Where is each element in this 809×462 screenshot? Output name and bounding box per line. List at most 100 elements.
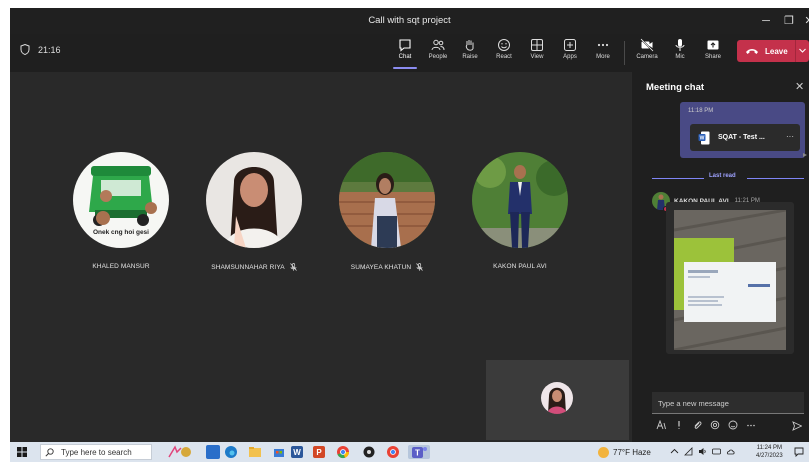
last-read-divider: Last read — [652, 173, 804, 183]
format-icon[interactable] — [656, 420, 666, 430]
compose-placeholder: Type a new message — [658, 399, 729, 408]
participant-tile[interactable]: KAKON PAUL AVI — [472, 152, 568, 270]
divider-line — [747, 178, 804, 179]
meeting-chat-panel: Meeting chat ✕ 11:18 PM W SQAT - Test ..… — [631, 72, 809, 442]
participant-tile[interactable]: SUMAYEA KHATUN — [339, 152, 435, 271]
close-icon[interactable]: ✕ — [795, 80, 804, 93]
minimize-button[interactable]: ─ — [755, 12, 777, 30]
participant-name-text: KAKON PAUL AVI — [493, 263, 547, 270]
camera-button[interactable]: Camera — [632, 38, 662, 60]
participants-stage: Onek cng hoi gesi KHALED MANSUR SHAMSUNN… — [10, 72, 631, 442]
file-explorer-icon[interactable] — [248, 445, 262, 459]
cloud-icon[interactable] — [726, 447, 735, 456]
chrome-icon[interactable] — [336, 445, 350, 459]
man-in-suit-image — [472, 152, 568, 248]
shared-photo[interactable] — [674, 210, 786, 350]
participant-avatar: Onek cng hoi gesi — [73, 152, 169, 248]
raise-hand-button[interactable]: Raise — [455, 38, 485, 60]
chat-button[interactable]: Chat — [390, 38, 420, 69]
mic-icon — [675, 39, 685, 51]
system-tray — [670, 447, 735, 456]
people-icon — [431, 39, 445, 51]
apps-label: Apps — [563, 54, 577, 60]
participant-name: SUMAYEA KHATUN — [339, 263, 435, 271]
self-avatar-image — [541, 382, 573, 414]
people-label: People — [428, 54, 448, 60]
share-button[interactable]: Share — [698, 38, 728, 60]
view-button[interactable]: View — [522, 38, 552, 60]
windows-start-icon[interactable] — [17, 447, 27, 457]
send-icon[interactable] — [792, 421, 802, 431]
compose-toolbar — [656, 420, 756, 430]
chevron-up-icon[interactable] — [670, 447, 679, 456]
taskbar-clock[interactable]: 11:24 PM 4/27/2023 — [756, 444, 783, 460]
close-window-button[interactable]: ✕ — [798, 12, 809, 30]
app-icon[interactable] — [362, 445, 376, 459]
participant-name: KAKON PAUL AVI — [472, 263, 568, 270]
divider-line — [652, 178, 704, 179]
search-icon — [45, 447, 54, 457]
attach-icon[interactable] — [692, 420, 702, 430]
teams-icon[interactable]: T — [408, 445, 430, 459]
teams-call-window: Call with sqt project ─ ❐ ✕ 21:16 Chat P… — [0, 0, 809, 462]
woman-outdoor-image — [339, 152, 435, 248]
leave-divider — [795, 40, 796, 62]
chrome-profile-icon[interactable] — [386, 445, 400, 459]
view-label: View — [530, 54, 544, 60]
react-button[interactable]: React — [489, 38, 519, 60]
svg-text:T: T — [415, 449, 420, 458]
word-app-icon[interactable] — [206, 445, 220, 459]
react-icon — [498, 39, 510, 51]
raise-hand-icon — [465, 40, 474, 51]
important-icon[interactable] — [674, 420, 684, 430]
toolbar-divider — [624, 41, 625, 65]
svg-text:W: W — [293, 448, 301, 457]
volume-icon[interactable] — [698, 447, 707, 456]
powerpoint-icon[interactable]: P — [312, 445, 326, 459]
participant-name-text: SUMAYEA KHATUN — [350, 263, 412, 271]
taskbar-search-box[interactable]: Type here to search — [40, 444, 152, 460]
react-label: React — [496, 54, 512, 60]
leave-button[interactable]: Leave — [737, 40, 809, 62]
store-icon[interactable] — [272, 445, 286, 459]
emoji-icon[interactable] — [728, 420, 738, 430]
phone-hangup-icon — [746, 49, 758, 54]
more-options-icon[interactable]: ··· — [786, 132, 794, 141]
image-message — [666, 202, 794, 354]
maximize-button[interactable]: ❐ — [778, 12, 800, 30]
self-view-tile[interactable] — [486, 360, 629, 440]
notifications-icon[interactable] — [794, 447, 804, 457]
woman-portrait-image — [206, 152, 302, 248]
weather-widget[interactable]: 77°F Haze — [598, 447, 651, 458]
word-icon[interactable]: W — [290, 445, 304, 459]
mic-off-icon — [416, 263, 424, 271]
view-icon — [531, 39, 543, 51]
mic-label: Mic — [675, 54, 685, 60]
avatar-caption: Onek cng hoi gesi — [93, 229, 149, 236]
participant-tile[interactable]: SHAMSUNNAHAR RIYA — [206, 152, 302, 271]
participant-avatar — [339, 152, 435, 248]
apps-button[interactable]: Apps — [555, 38, 585, 60]
mic-button[interactable]: Mic — [665, 38, 695, 60]
camera-off-icon — [640, 38, 654, 52]
compose-box[interactable]: Type a new message — [652, 392, 804, 414]
title-bar: Call with sqt project ─ ❐ ✕ — [10, 8, 809, 34]
people-button[interactable]: People — [423, 38, 453, 60]
keyboard-icon[interactable] — [712, 447, 721, 456]
participant-name-text: KHALED MANSUR — [92, 263, 150, 270]
chevron-down-icon[interactable] — [798, 46, 807, 55]
business-card-photo — [674, 210, 786, 350]
edge-icon[interactable] — [224, 445, 238, 459]
pinned-apps-icon[interactable] — [168, 445, 191, 459]
loop-icon[interactable] — [710, 420, 720, 430]
network-icon[interactable] — [684, 447, 693, 456]
file-attachment[interactable]: W SQAT - Test ... ··· — [690, 124, 800, 151]
more-options-icon[interactable] — [746, 420, 756, 430]
more-button[interactable]: More — [588, 38, 618, 60]
window-title: Call with sqt project — [368, 15, 451, 26]
apps-icon — [564, 39, 576, 51]
participant-tile[interactable]: Onek cng hoi gesi KHALED MANSUR — [73, 152, 169, 270]
windows-taskbar: Type here to search W P T 77°F Haze 11:2… — [10, 442, 809, 462]
scroll-indicator-icon[interactable] — [802, 152, 808, 158]
shield-icon — [20, 44, 30, 55]
